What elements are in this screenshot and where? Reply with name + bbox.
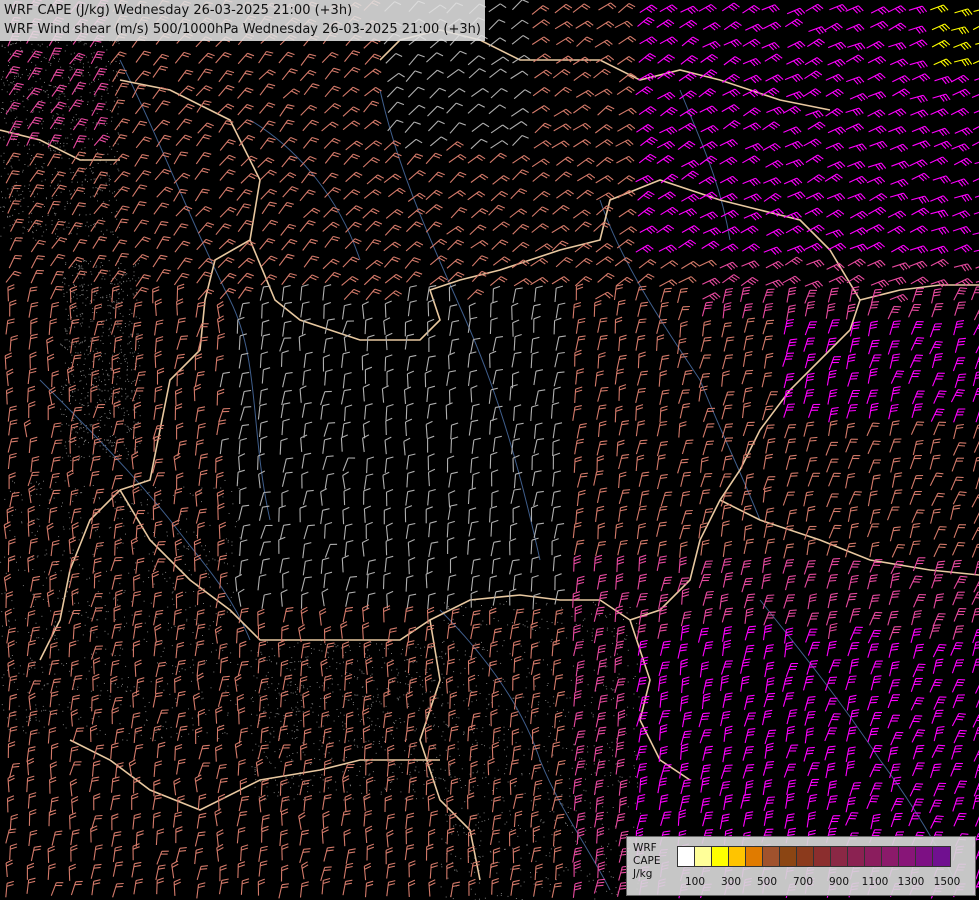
legend-tick-label: 700: [792, 876, 814, 888]
wind-shear-title: WRF Wind shear (m/s) 500/1000hPa Wednesd…: [4, 22, 481, 37]
legend-swatch: [678, 847, 695, 866]
legend-label-line-2: CAPE: [633, 855, 661, 867]
legend-swatch: [746, 847, 763, 866]
legend-tick-label: 100: [684, 876, 706, 888]
legend-swatch: [882, 847, 899, 866]
legend-tick-label: 300: [720, 876, 742, 888]
legend-label-line-3: J/kg: [633, 868, 653, 880]
legend-swatch: [916, 847, 933, 866]
legend-swatch: [933, 847, 950, 866]
legend-tick-label: 500: [756, 876, 778, 888]
legend-tick-labels: 100 300 500 700 900 1100 1300 1500: [677, 876, 977, 890]
legend-swatch: [763, 847, 780, 866]
cape-legend: WRF CAPE J/kg 100 300 500 700 900 1100 1300 150…: [626, 836, 976, 896]
legend-swatch: [899, 847, 916, 866]
legend-tick-label: 1300: [897, 876, 925, 888]
legend-tick-label: 1500: [933, 876, 961, 888]
legend-swatch: [865, 847, 882, 866]
legend-swatch: [797, 847, 814, 866]
legend-swatch: [695, 847, 712, 866]
legend-swatch: [712, 847, 729, 866]
cape-title: WRF CAPE (J/kg) Wednesday 26-03-2025 21:…: [4, 3, 353, 18]
legend-tick-label: 1100: [861, 876, 889, 888]
legend-label-line-1: WRF: [633, 842, 657, 854]
legend-tick-label: 900: [828, 876, 850, 888]
legend-swatch: [831, 847, 848, 866]
wind-shear-map: [0, 0, 979, 900]
legend-swatch: [729, 847, 746, 866]
legend-swatch: [848, 847, 865, 866]
legend-swatch: [814, 847, 831, 866]
legend-label: WRF CAPE J/kg: [633, 842, 660, 881]
map-title-box: WRF CAPE (J/kg) Wednesday 26-03-2025 21:…: [0, 0, 485, 41]
legend-color-bar: [677, 846, 951, 867]
map-background: [0, 0, 979, 900]
legend-swatch: [780, 847, 797, 866]
